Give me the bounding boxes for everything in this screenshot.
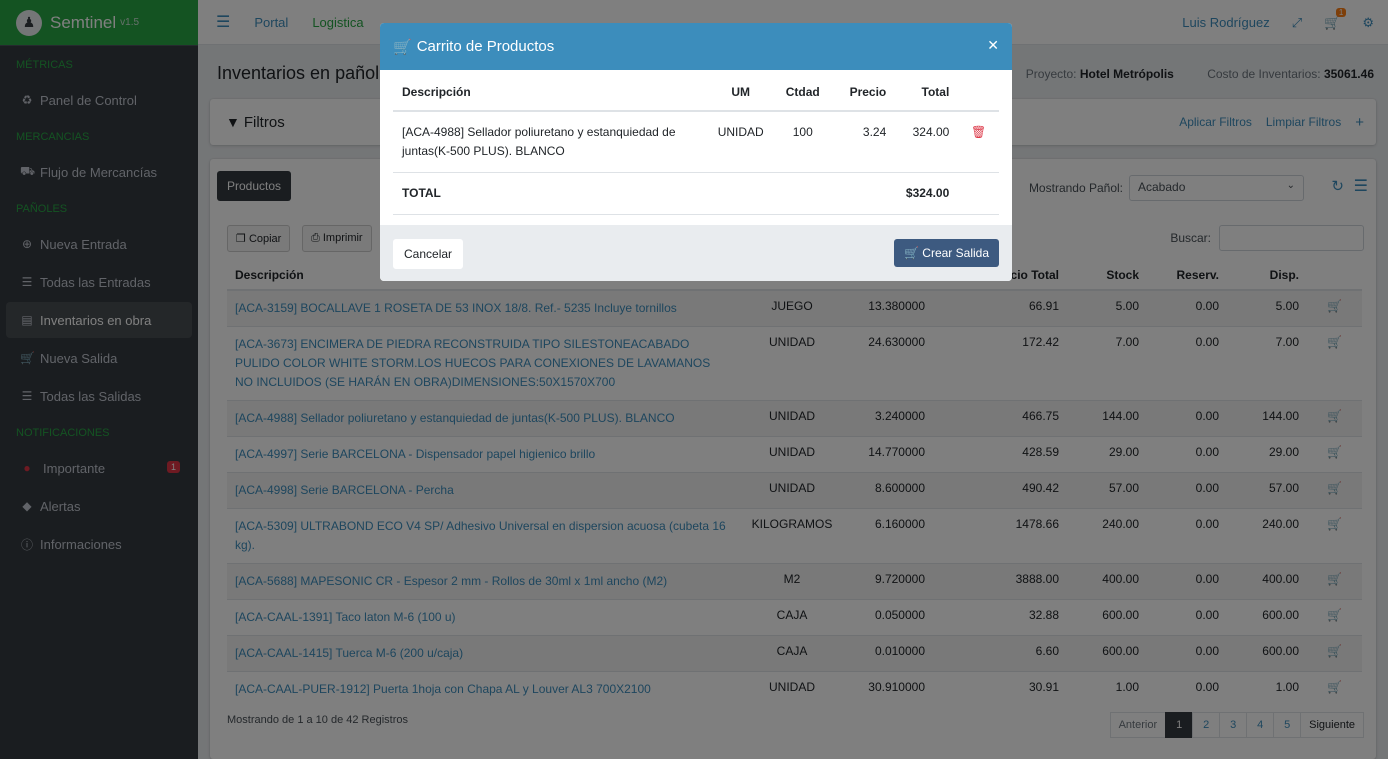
cart-table: Descripción UM Ctdad Precio Total [ACA-4… (393, 70, 999, 215)
modal-footer: Cancelar 🛒 Crear Salida (380, 225, 1012, 281)
cart-icon: 🛒 (904, 246, 919, 260)
cart-item-qty[interactable]: 100 (773, 111, 833, 173)
cart-col-total: Total (895, 70, 959, 112)
close-icon[interactable]: ✕ (987, 37, 999, 54)
cart-row: [ACA-4988] Sellador poliuretano y estanq… (393, 111, 999, 173)
cart-col-um: UM (708, 70, 774, 112)
cancel-button[interactable]: Cancelar (393, 239, 464, 269)
cart-item-um: UNIDAD (708, 111, 774, 173)
cart-header-row: Descripción UM Ctdad Precio Total (393, 70, 999, 112)
cart-item-total: 324.00 (895, 111, 959, 173)
cart-col-action (958, 70, 999, 112)
modal-title: Carrito de Productos (416, 38, 555, 55)
cart-col-ctdad: Ctdad (773, 70, 833, 112)
cart-total-row: TOTAL $324.00 (393, 172, 999, 215)
cart-item-price: 3.24 (832, 111, 896, 173)
trash-icon[interactable]: 🗑 (958, 111, 999, 173)
cart-item-description: [ACA-4988] Sellador poliuretano y estanq… (393, 111, 709, 173)
cart-total-label: TOTAL (393, 172, 709, 215)
create-exit-button[interactable]: 🛒 Crear Salida (894, 239, 999, 267)
cart-modal: 🛒 Carrito de Productos ✕ Descripción UM … (380, 23, 1012, 281)
cart-total-value: $324.00 (895, 172, 959, 215)
create-exit-label: Crear Salida (922, 246, 989, 260)
cart-col-precio: Precio (832, 70, 896, 112)
modal-header: 🛒 Carrito de Productos ✕ (380, 23, 1012, 70)
cart-icon: 🛒 (393, 38, 412, 56)
cart-col-descripcion: Descripción (393, 70, 709, 112)
